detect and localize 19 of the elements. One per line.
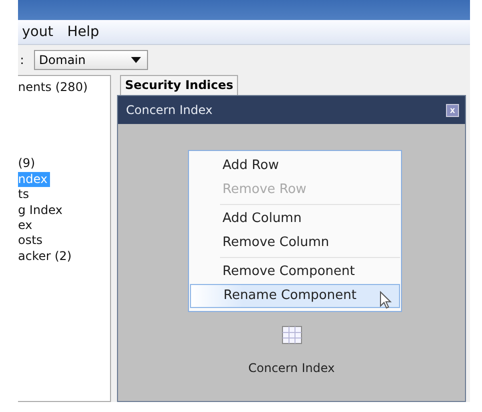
menu-item[interactable]: Add Column: [190, 207, 400, 231]
menu-item[interactable]: Rename Component: [190, 284, 400, 308]
caret-icon: [131, 57, 142, 63]
menu-item[interactable]: Add Row: [190, 154, 400, 178]
cursor-icon: [378, 291, 392, 309]
tree-item[interactable]: acker (2): [18, 248, 74, 264]
menu-item[interactable]: Help: [67, 24, 100, 40]
tree-item[interactable]: g Index: [18, 202, 64, 218]
menu-item[interactable]: yout: [22, 24, 54, 40]
table-icon: [282, 326, 302, 344]
tree-item[interactable]: (9): [18, 156, 37, 172]
component-label: Concern Index: [248, 361, 335, 375]
domain-dropdown[interactable]: Domain: [34, 50, 148, 70]
window-title: Concern Index: [126, 103, 212, 117]
tab[interactable]: Security Indices: [120, 75, 238, 95]
menu-item[interactable]: Remove Component: [190, 260, 400, 284]
menu-item[interactable]: Remove Column: [190, 231, 400, 255]
tree-item[interactable]: nents (280): [18, 80, 90, 95]
toolbar-label: :: [20, 53, 24, 67]
